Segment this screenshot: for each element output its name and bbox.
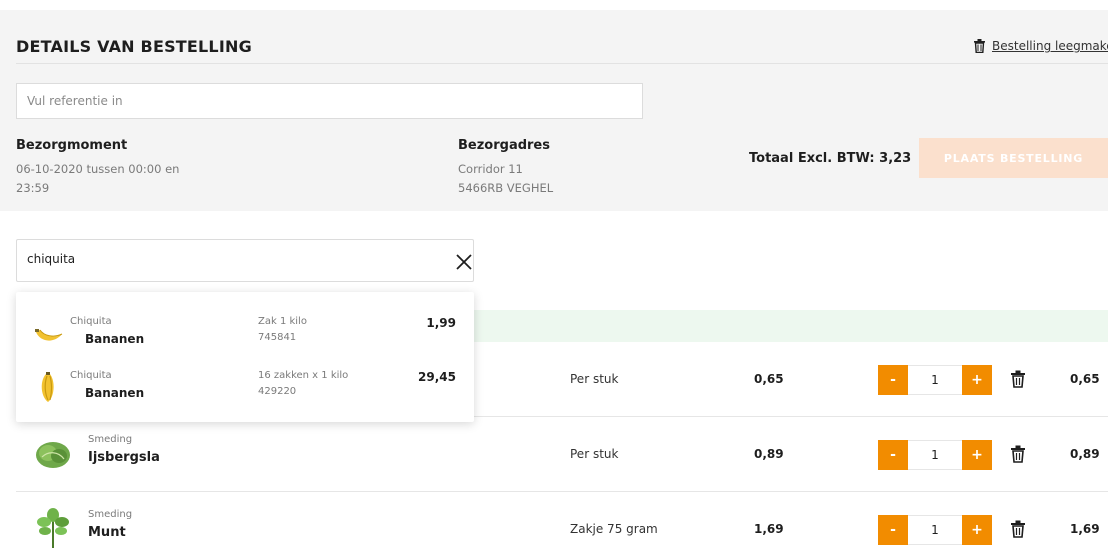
- order-details-panel: DETAILS VAN BESTELLING Bestelling leegma…: [0, 10, 1108, 211]
- suggestion-price: 1,99: [426, 316, 456, 330]
- divider: [16, 63, 1108, 64]
- delivery-moment-label: Bezorgmoment: [16, 138, 128, 153]
- row-brand: Smeding: [88, 509, 133, 520]
- clear-order-label: Bestelling leegmake: [992, 39, 1108, 53]
- quantity-stepper: - 1 +: [878, 515, 992, 545]
- row-name: Ijsbergsla: [88, 450, 160, 465]
- search-suggestions: Chiquita Bananen Zak 1 kilo 745841 1,99 …: [16, 292, 474, 422]
- increase-button[interactable]: +: [962, 440, 992, 470]
- quantity-stepper: - 1 +: [878, 365, 992, 395]
- close-icon[interactable]: [453, 251, 475, 273]
- banana-box-icon: [41, 372, 54, 402]
- suggestion-name: Bananen: [85, 332, 145, 346]
- trash-icon[interactable]: [1010, 370, 1026, 388]
- trash-icon: [974, 39, 985, 53]
- decrease-button[interactable]: -: [878, 440, 908, 470]
- banana-icon: [35, 329, 63, 341]
- table-row: Smeding Ijsbergsla Per stuk 0,89 - 1 + 0…: [16, 417, 1108, 492]
- lettuce-icon: [36, 442, 70, 468]
- row-unit: Per stuk: [570, 447, 619, 461]
- delivery-moment-line2: 23:59: [16, 181, 50, 195]
- address-line1: Corridor 11: [458, 162, 523, 176]
- place-order-button[interactable]: PLAATS BESTELLING: [919, 138, 1108, 178]
- suggestion-item[interactable]: Chiquita Bananen Zak 1 kilo 745841 1,99: [16, 310, 474, 360]
- suggestion-code: 429220: [258, 386, 297, 397]
- clear-order-link[interactable]: Bestelling leegmake: [973, 39, 1108, 53]
- delivery-moment-line1: 06-10-2020 tussen 00:00 en: [16, 162, 180, 176]
- trash-icon[interactable]: [1010, 445, 1026, 463]
- mint-icon: [37, 508, 69, 548]
- reference-input[interactable]: [16, 83, 643, 119]
- trash-icon[interactable]: [1010, 520, 1026, 538]
- increase-button[interactable]: +: [962, 365, 992, 395]
- decrease-button[interactable]: -: [878, 365, 908, 395]
- row-unit-price: 0,89: [754, 447, 784, 461]
- decrease-button[interactable]: -: [878, 515, 908, 545]
- product-search: [16, 239, 474, 282]
- table-row: Smeding Munt Zakje 75 gram 1,69 - 1 + 1,…: [16, 492, 1108, 559]
- quantity-value[interactable]: 1: [908, 515, 962, 545]
- row-unit: Zakje 75 gram: [570, 522, 658, 536]
- suggestion-item[interactable]: Chiquita Bananen 16 zakken x 1 kilo 4292…: [16, 364, 474, 414]
- suggestion-price: 29,45: [418, 370, 456, 384]
- added-highlight-strip: [470, 310, 1108, 342]
- increase-button[interactable]: +: [962, 515, 992, 545]
- page-title: DETAILS VAN BESTELLING: [16, 37, 252, 56]
- suggestion-name: Bananen: [85, 386, 145, 400]
- address-line2: 5466RB VEGHEL: [458, 181, 554, 195]
- row-total: 0,65: [1070, 372, 1100, 386]
- suggestion-pack: Zak 1 kilo: [258, 316, 307, 327]
- suggestion-code: 745841: [258, 332, 297, 343]
- suggestion-brand: Chiquita: [70, 370, 112, 381]
- quantity-value[interactable]: 1: [908, 440, 962, 470]
- row-unit: Per stuk: [570, 372, 619, 386]
- quantity-stepper: - 1 +: [878, 440, 992, 470]
- suggestion-brand: Chiquita: [70, 316, 112, 327]
- suggestion-pack: 16 zakken x 1 kilo: [258, 370, 349, 381]
- row-unit-price: 0,65: [754, 372, 784, 386]
- row-brand: Smeding: [88, 434, 133, 445]
- row-name: Munt: [88, 525, 126, 540]
- row-total: 0,89: [1070, 447, 1100, 461]
- row-total: 1,69: [1070, 522, 1100, 536]
- quantity-value[interactable]: 1: [908, 365, 962, 395]
- row-unit-price: 1,69: [754, 522, 784, 536]
- delivery-address-label: Bezorgadres: [458, 138, 550, 153]
- order-total: Totaal Excl. BTW: 3,23: [749, 151, 912, 166]
- search-input[interactable]: [27, 252, 407, 266]
